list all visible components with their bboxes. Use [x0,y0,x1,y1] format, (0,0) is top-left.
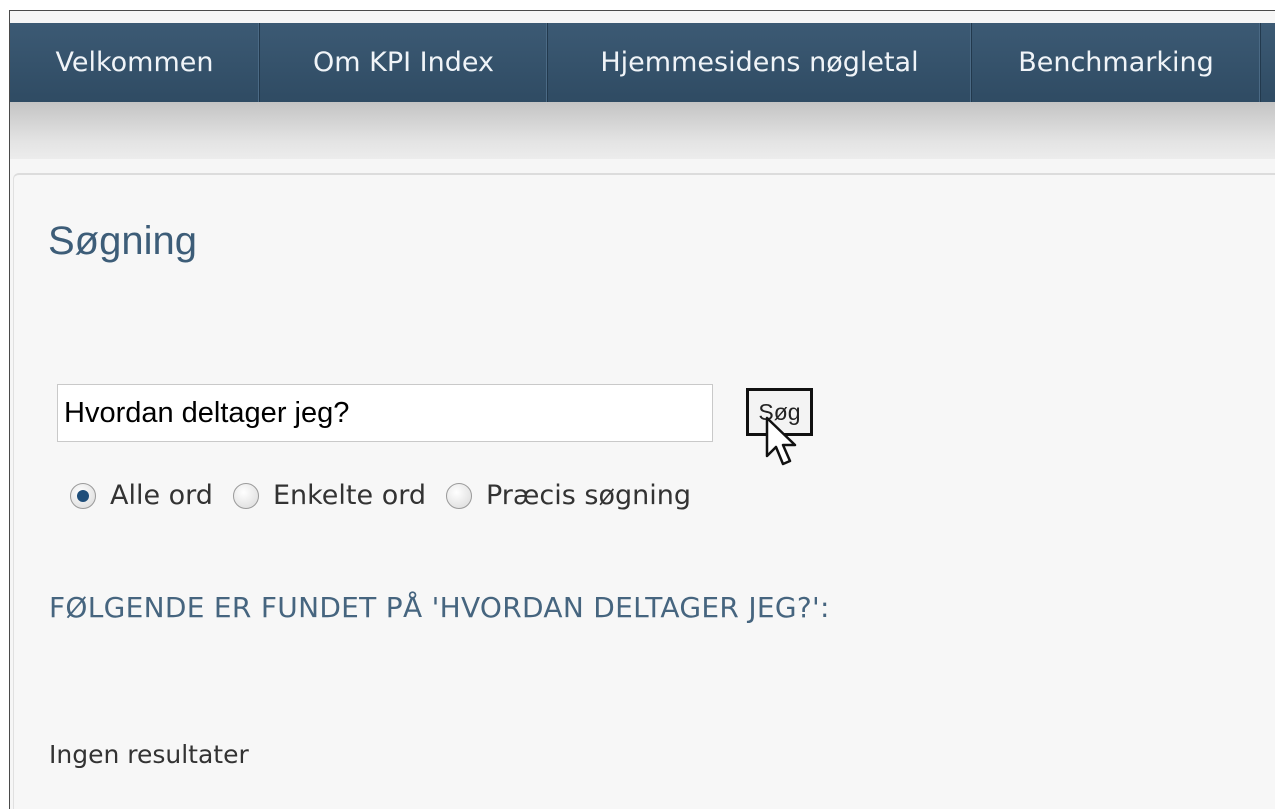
mouse-pointer-icon [765,416,797,466]
radio-alle-ord[interactable]: Alle ord [70,480,213,511]
content-panel: Søgning Søg Alle ord Enkelte ord Præcis … [13,173,1275,809]
radio-label: Præcis søgning [485,480,691,511]
main-navigation: Velkommen Om KPI Index Hjemmesidens nøgl… [10,23,1275,102]
nav-item-om-kpi-index[interactable]: Om KPI Index [260,23,548,102]
search-mode-options: Alle ord Enkelte ord Præcis søgning [70,480,711,511]
page-title: Søgning [48,219,197,263]
nav-item-benchmarking[interactable]: Benchmarking [972,23,1261,102]
no-results-message: Ingen resultater [49,740,249,769]
radio-label: Alle ord [110,480,213,511]
radio-enkelte-ord[interactable]: Enkelte ord [232,480,426,511]
radio-label: Enkelte ord [272,480,426,511]
browser-viewport: Velkommen Om KPI Index Hjemmesidens nøgl… [9,10,1275,809]
radio-praecis-soegning[interactable]: Præcis søgning [445,480,691,511]
nav-item-velkommen[interactable]: Velkommen [10,23,260,102]
radio-checked-icon[interactable] [70,482,96,509]
nav-item-hjemmesidens-noegletal[interactable]: Hjemmesidens nøgletal [548,23,972,102]
radio-unchecked-icon[interactable] [445,482,472,509]
results-heading: FØLGENDE ER FUNDET PÅ 'HVORDAN DELTAGER … [49,591,830,624]
sub-navigation-bar [10,102,1275,159]
search-input[interactable] [57,384,713,442]
radio-unchecked-icon[interactable] [232,482,259,509]
